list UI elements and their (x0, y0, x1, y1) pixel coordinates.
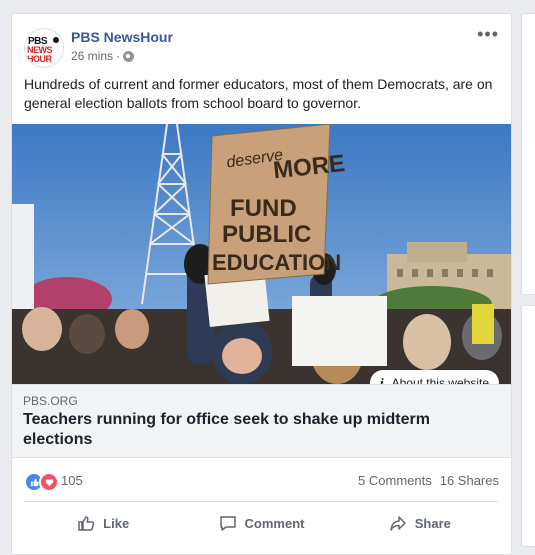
share-arrow-icon (390, 516, 406, 531)
sign-text: PUBLIC (222, 221, 311, 248)
reactions-bar: 105 5 Comments 16 Shares (24, 471, 499, 492)
like-label: Like (103, 515, 130, 531)
post-meta: 26 mins · (71, 49, 135, 63)
thumbs-up-icon (78, 516, 95, 531)
engagement-stats: 5 Comments 16 Shares (358, 473, 499, 488)
comments-count[interactable]: 5 Comments (358, 473, 432, 488)
globe-icon (123, 50, 135, 62)
feed-post: PBS NEWS HOUR PBS NewsHour 26 mins · •••… (11, 13, 512, 555)
link-domain: PBS.ORG (23, 394, 78, 408)
divider (24, 501, 499, 502)
share-label: Share (414, 515, 451, 531)
sign-text: EDUCATION (212, 250, 341, 275)
sidebar-card-2 (521, 305, 535, 547)
comment-button[interactable]: Comment (182, 508, 340, 538)
shares-count[interactable]: 16 Shares (440, 473, 499, 488)
protest-photo: deserve MORE FUND PUBLIC EDUCATION (12, 124, 511, 384)
link-preview[interactable]: PBS.ORG Teachers running for office seek… (12, 384, 511, 458)
comment-icon (219, 516, 236, 531)
logo-dot (53, 37, 59, 43)
comment-label: Comment (244, 515, 305, 531)
reaction-icons[interactable] (24, 472, 59, 492)
page-avatar[interactable]: PBS NEWS HOUR (24, 28, 64, 68)
page-name-link[interactable]: PBS NewsHour (71, 29, 173, 45)
post-actions: Like Comment Share (24, 508, 499, 538)
love-reaction-icon (39, 472, 59, 492)
sign-text: FUND (230, 195, 297, 222)
avatar-text: HOUR (27, 54, 52, 64)
link-title[interactable]: Teachers running for office seek to shak… (23, 410, 493, 450)
meta-separator: · (116, 49, 121, 63)
about-website-label: About this website (391, 376, 489, 384)
like-button[interactable]: Like (24, 508, 182, 538)
info-icon: i (379, 375, 384, 384)
about-website-button[interactable]: i About this website (369, 370, 499, 384)
more-options-icon[interactable]: ••• (477, 25, 499, 43)
post-time[interactable]: 26 mins (71, 49, 113, 63)
share-button[interactable]: Share (341, 508, 499, 538)
link-image[interactable]: deserve MORE FUND PUBLIC EDUCATION i Abo… (12, 124, 511, 384)
post-header: PBS NEWS HOUR PBS NewsHour 26 mins · ••• (24, 25, 499, 68)
post-text: Hundreds of current and former educators… (24, 76, 493, 111)
sidebar-card (521, 13, 535, 295)
reaction-count[interactable]: 105 (61, 473, 83, 488)
